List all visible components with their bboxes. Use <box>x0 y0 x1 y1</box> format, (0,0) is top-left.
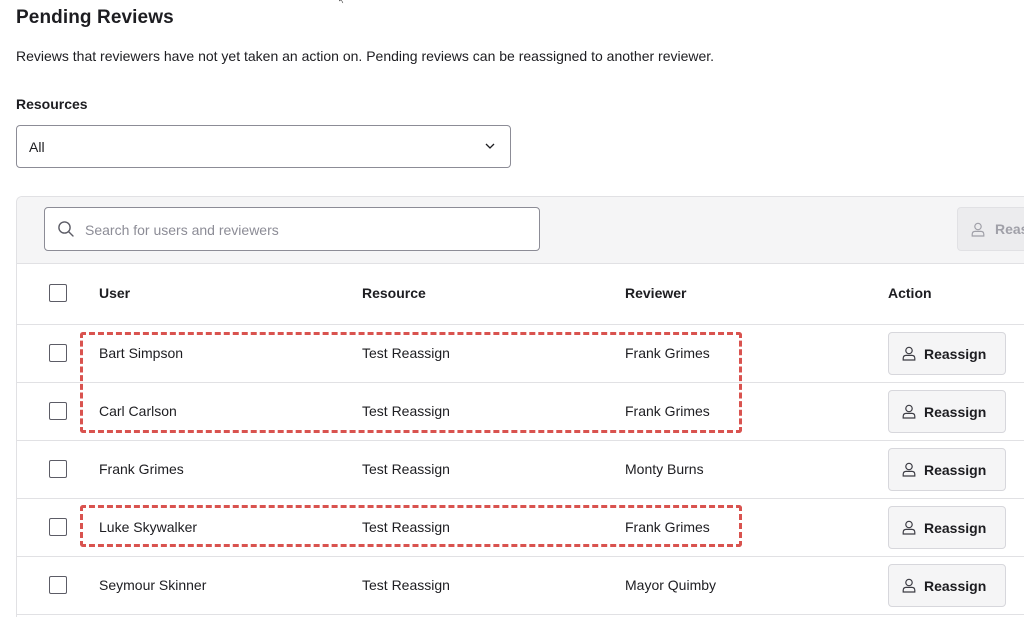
page-description: Reviews that reviewers have not yet take… <box>16 48 715 64</box>
search-input[interactable] <box>83 216 527 244</box>
resources-select[interactable]: All <box>16 125 511 168</box>
row-resource: Test Reassign <box>362 345 450 361</box>
column-header-action: Action <box>888 285 932 301</box>
column-header-reviewer: Reviewer <box>625 285 687 301</box>
bulk-reassign-label: Reassign <box>995 221 1024 237</box>
reassign-button-label: Reassign <box>924 577 987 594</box>
row-user: Seymour Skinner <box>99 577 207 593</box>
pending-reviews-page: Pending Reviews Reviews that reviewers h… <box>0 0 1024 617</box>
row-checkbox[interactable] <box>49 402 67 420</box>
table-row: Carl Carlson Test Reassign Frank Grimes … <box>17 383 1024 441</box>
person-icon <box>902 346 916 361</box>
resources-select-value: All <box>29 139 45 155</box>
row-user: Frank Grimes <box>99 461 184 477</box>
table-row: Seymour Skinner Test Reassign Mayor Quim… <box>17 557 1024 615</box>
row-user: Bart Simpson <box>99 345 184 361</box>
column-header-resource: Resource <box>362 285 426 301</box>
row-resource: Test Reassign <box>362 519 450 535</box>
column-header-user: User <box>99 285 131 301</box>
bulk-reassign-button[interactable]: Reassign <box>957 207 1024 251</box>
person-icon <box>902 404 916 419</box>
mouse-cursor-icon <box>338 0 346 4</box>
row-checkbox[interactable] <box>49 518 67 536</box>
table-toolbar: Reassign <box>17 197 1024 264</box>
person-icon <box>902 462 916 477</box>
reassign-button-label: Reassign <box>924 461 987 478</box>
row-checkbox[interactable] <box>49 576 67 594</box>
row-reviewer: Frank Grimes <box>625 519 710 535</box>
row-user: Luke Skywalker <box>99 519 198 535</box>
row-checkbox[interactable] <box>49 460 67 478</box>
person-icon <box>902 520 916 535</box>
table-row: Frank Grimes Test Reassign Monty Burns R… <box>17 441 1024 499</box>
row-checkbox[interactable] <box>49 344 67 362</box>
search-icon <box>58 221 74 237</box>
table-header-row: User Resource Reviewer Action <box>17 264 1024 325</box>
reassign-button[interactable]: Reassign <box>888 390 1006 433</box>
table-row: Luke Skywalker Test Reassign Frank Grime… <box>17 499 1024 557</box>
reassign-button[interactable]: Reassign <box>888 448 1006 491</box>
chevron-down-icon <box>485 143 495 149</box>
row-resource: Test Reassign <box>362 461 450 477</box>
reassign-button-label: Reassign <box>924 519 987 536</box>
row-resource: Test Reassign <box>362 577 450 593</box>
table-row: Bart Simpson Test Reassign Frank Grimes … <box>17 325 1024 383</box>
pending-reviews-table: Reassign User Resource Reviewer Action B… <box>16 196 1024 617</box>
row-user: Carl Carlson <box>99 403 177 419</box>
resources-label: Resources <box>16 96 88 112</box>
reassign-button[interactable]: Reassign <box>888 564 1006 607</box>
reassign-button[interactable]: Reassign <box>888 506 1006 549</box>
reassign-button-label: Reassign <box>924 345 987 362</box>
select-all-checkbox[interactable] <box>49 284 67 302</box>
reassign-button-label: Reassign <box>924 403 987 420</box>
person-icon <box>902 578 916 593</box>
row-reviewer: Frank Grimes <box>625 345 710 361</box>
page-title: Pending Reviews <box>16 7 174 28</box>
person-icon <box>971 222 985 237</box>
reassign-button[interactable]: Reassign <box>888 332 1006 375</box>
search-field[interactable] <box>44 207 540 251</box>
row-reviewer: Mayor Quimby <box>625 577 717 593</box>
row-reviewer: Monty Burns <box>625 461 704 477</box>
row-resource: Test Reassign <box>362 403 450 419</box>
row-reviewer: Frank Grimes <box>625 403 710 419</box>
